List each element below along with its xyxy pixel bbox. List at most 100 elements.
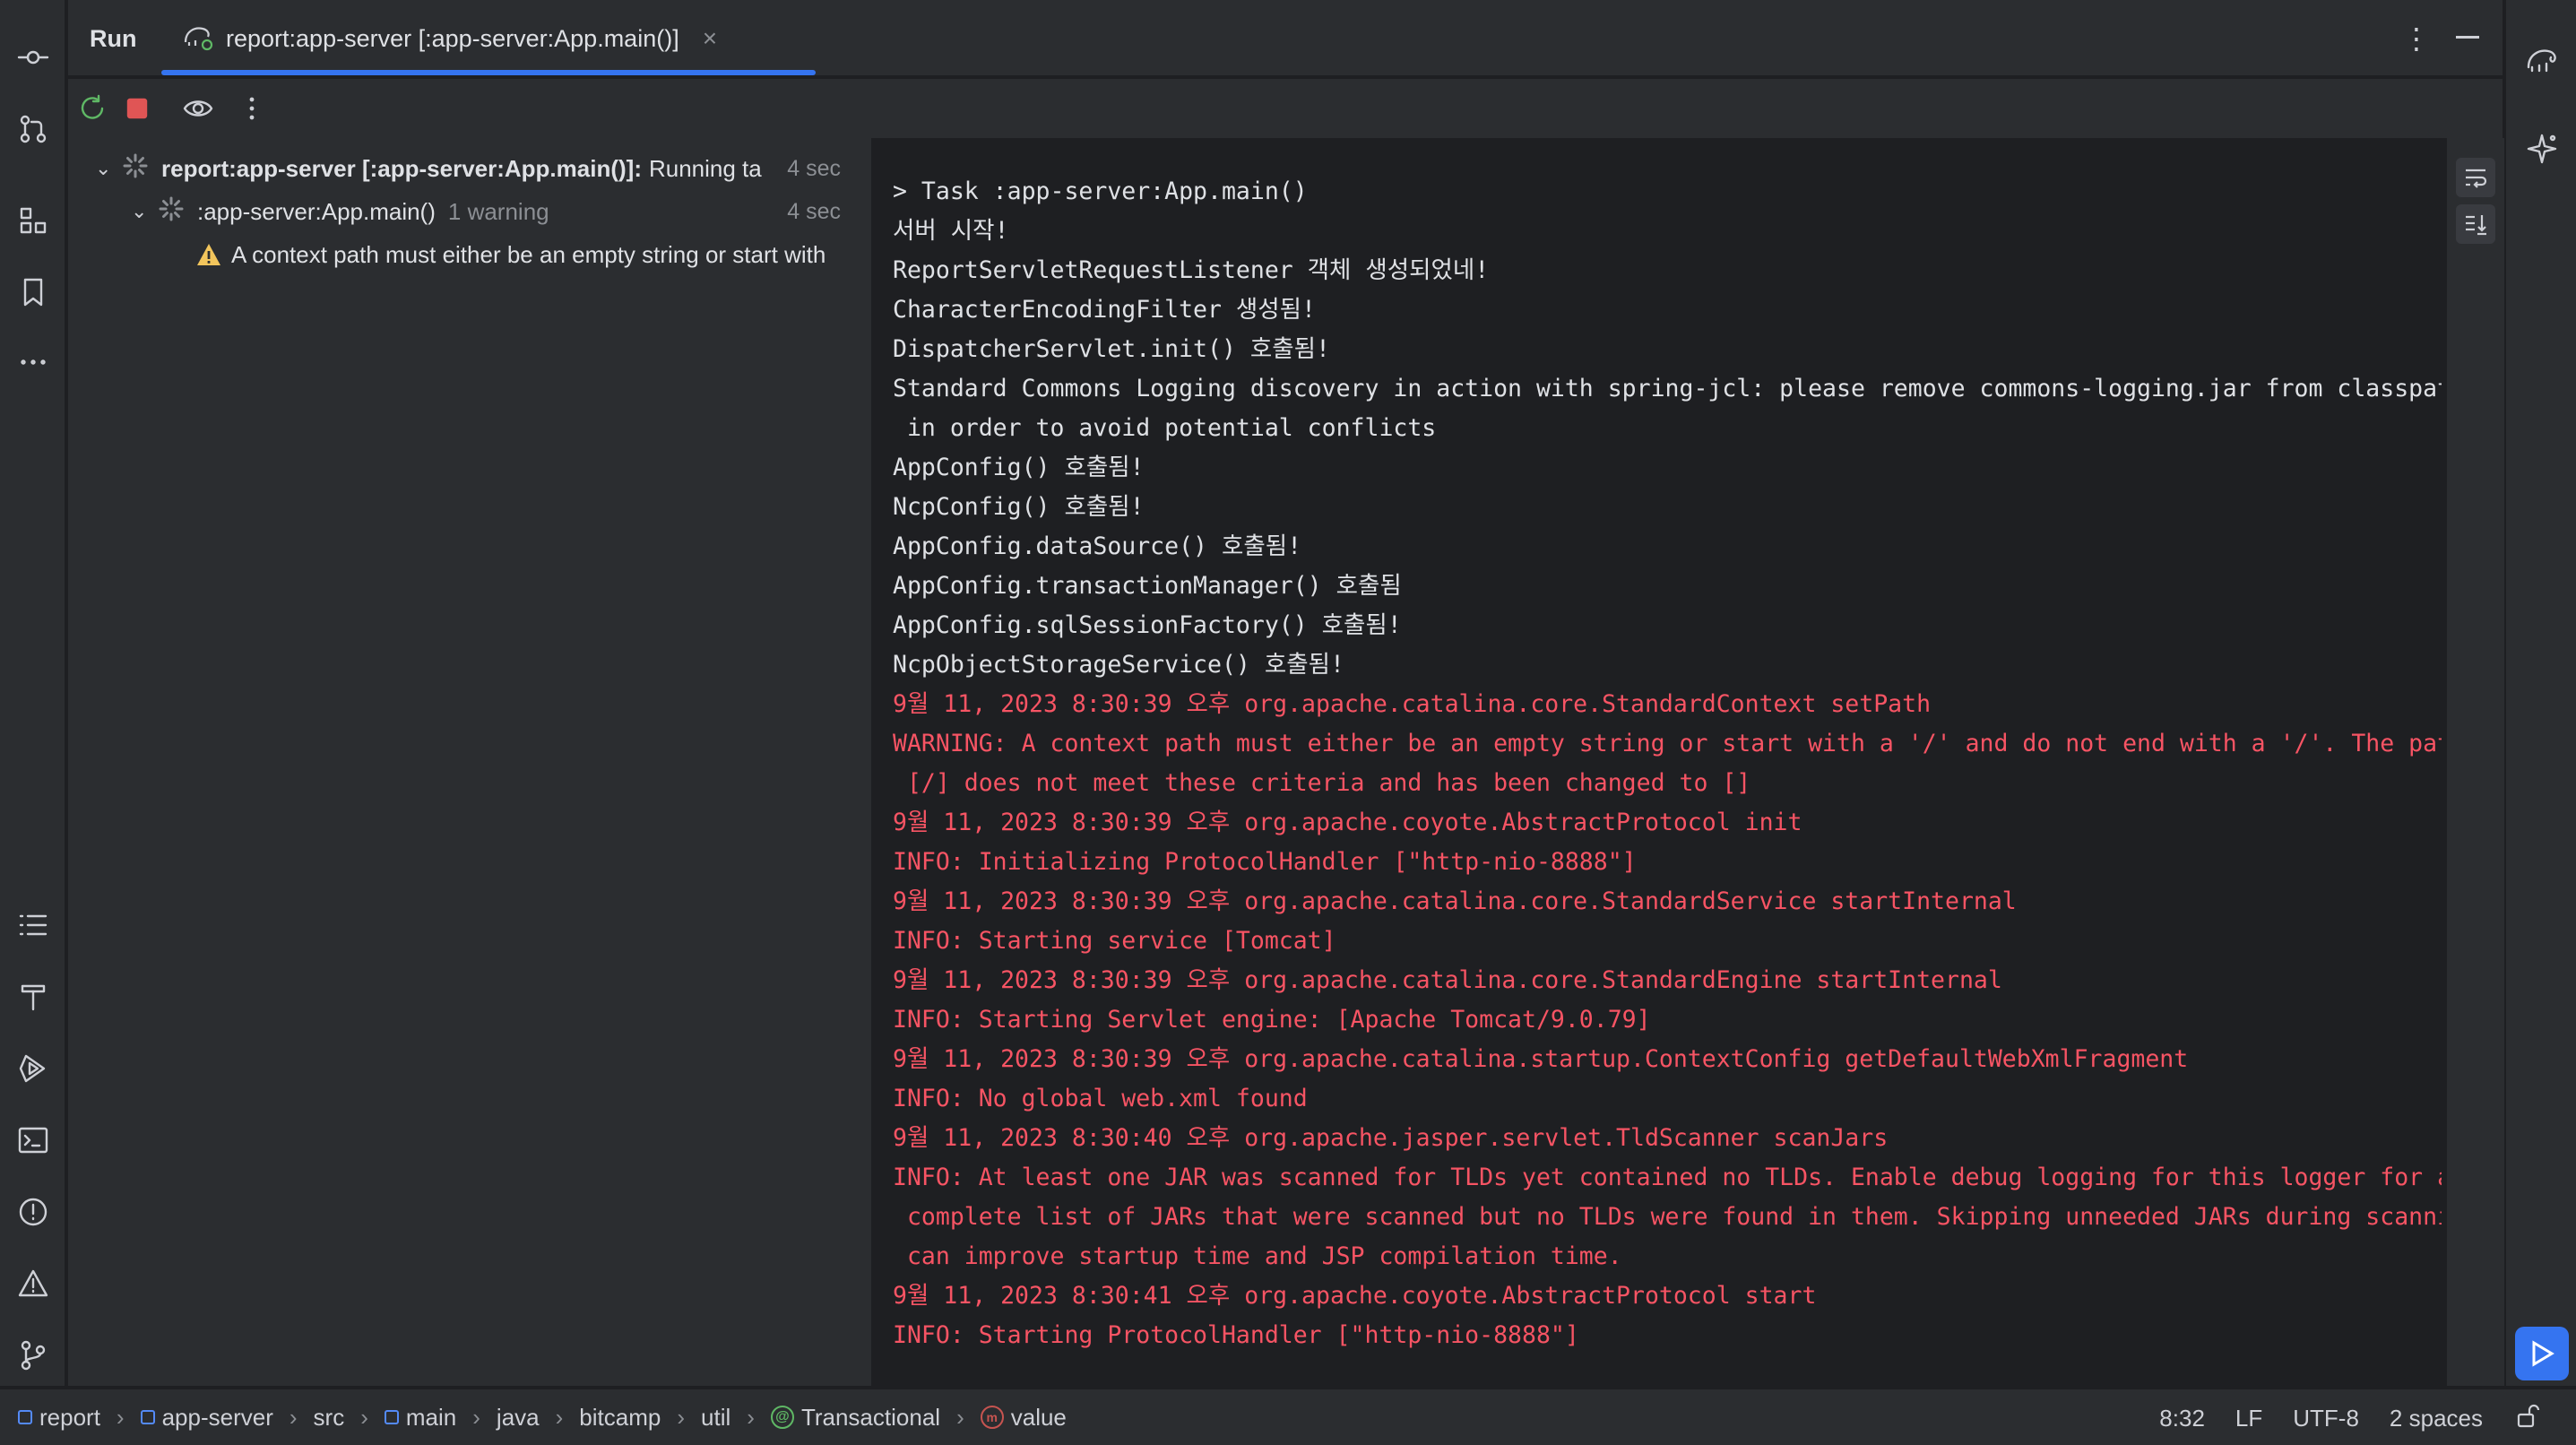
tree-child-label: :app-server:App.main() [197, 197, 436, 225]
breadcrumb-item[interactable]: java [497, 1404, 540, 1432]
method-icon: m [980, 1406, 1004, 1429]
file-encoding[interactable]: UTF-8 [2293, 1405, 2359, 1432]
tree-root-time: 4 sec [787, 155, 841, 181]
warnings-icon[interactable] [12, 1262, 55, 1305]
console-line: complete list of JARs that were scanned … [893, 1203, 2442, 1231]
console-line: AppConfig.sqlSessionFactory() 호출됨! [893, 611, 1402, 639]
loading-spinner-icon [158, 195, 190, 228]
console-line: INFO: Starting Servlet engine: [Apache T… [893, 1006, 1651, 1034]
console-line: Standard Commons Logging discovery in ac… [893, 375, 2442, 402]
console-side-toolbar [2447, 138, 2504, 1386]
console-line: ReportServletRequestListener 객체 생성되었네! [893, 256, 1490, 284]
breadcrumb-item[interactable]: @ Transactional [770, 1404, 940, 1432]
breadcrumb-separator: › [956, 1403, 964, 1431]
run-toolbar [68, 79, 2503, 138]
breadcrumb-item[interactable]: app-server [140, 1404, 273, 1432]
tree-child-time: 4 sec [787, 198, 841, 224]
breadcrumb-separator: › [289, 1403, 298, 1431]
console-line: NcpConfig() 호출됨! [893, 493, 1145, 521]
breadcrumb-item[interactable]: main [384, 1403, 457, 1432]
breadcrumb-item[interactable]: util [701, 1404, 730, 1432]
minimize-icon[interactable] [2456, 36, 2479, 39]
unlock-icon[interactable] [2513, 1402, 2540, 1435]
close-tab-icon[interactable]: × [703, 24, 717, 53]
breadcrumb-label: bitcamp [579, 1403, 661, 1431]
console-output[interactable]: > Task :app-server:App.main() 서버 시작! Repor… [875, 138, 2442, 1386]
console-line: INFO: No global web.xml found [893, 1085, 1308, 1112]
scroll-to-end-icon[interactable] [2456, 204, 2495, 244]
git-branch-icon[interactable] [12, 1334, 55, 1377]
tree-child-status: 1 warning [447, 197, 549, 225]
console-line: DispatcherServlet.init() 호출됨! [893, 335, 1330, 363]
console-lines: > Task :app-server:App.main() 서버 시작! Repor… [893, 172, 2442, 1355]
gradle-elephant-icon[interactable] [2520, 38, 2563, 81]
console-line: INFO: At least one JAR was scanned for T… [893, 1164, 2442, 1191]
breadcrumb-separator: › [677, 1403, 686, 1431]
todo-list-icon[interactable] [12, 904, 55, 947]
left-tool-strip [0, 0, 66, 1386]
console-line: INFO: Starting service [Tomcat] [893, 927, 1336, 955]
rerun-icon[interactable] [73, 90, 111, 127]
chevron-down-icon[interactable]: ⌄ [131, 200, 158, 223]
bookmarks-icon[interactable] [12, 271, 55, 314]
options-menu-icon[interactable]: ⋮ [2402, 22, 2431, 56]
breadcrumb-item[interactable]: report [18, 1404, 100, 1432]
annotation-icon: @ [770, 1406, 794, 1429]
tree-row-child[interactable]: ⌄ :app-server:App.main() 1 warning 4 sec [131, 190, 871, 233]
breadcrumb-item[interactable]: src [314, 1404, 345, 1432]
view-options-eye-icon[interactable] [179, 90, 217, 127]
pull-requests-icon[interactable] [12, 108, 55, 151]
ai-assistant-sparkle-icon[interactable] [2520, 127, 2563, 170]
more-actions-icon[interactable] [233, 90, 271, 127]
gradle-run-icon [183, 21, 213, 57]
console-line: 9월 11, 2023 8:30:39 오후 org.apache.catali… [893, 887, 2017, 915]
breadcrumb-separator: › [555, 1403, 564, 1431]
more-tools-icon[interactable] [12, 341, 55, 384]
console-line: 9월 11, 2023 8:30:39 오후 org.apache.catali… [893, 690, 1932, 718]
line-ending[interactable]: LF [2235, 1405, 2262, 1432]
run-widget-button[interactable] [2515, 1327, 2569, 1380]
stop-icon[interactable] [118, 90, 156, 127]
console-line: can improve startup time and JSP compila… [893, 1242, 1622, 1270]
console-line: [/] does not meet these criteria and has… [893, 769, 1751, 797]
commit-icon[interactable] [12, 36, 55, 79]
console-line: 서버 시작! [893, 217, 1009, 245]
breadcrumb-item[interactable]: bitcamp [579, 1404, 661, 1432]
problems-icon[interactable] [12, 1190, 55, 1233]
module-icon [18, 1410, 32, 1424]
console-line: in order to avoid potential conflicts [893, 414, 1437, 442]
run-tab-label: report:app-server [:app-server:App.main(… [226, 24, 679, 52]
indent-setting[interactable]: 2 spaces [2390, 1405, 2483, 1432]
breadcrumb-item[interactable]: m value [980, 1403, 1067, 1432]
terminal-icon[interactable] [12, 1119, 55, 1162]
tree-root-status: Running ta [648, 154, 762, 182]
console-line: INFO: Starting ProtocolHandler ["http-ni… [893, 1321, 1579, 1349]
console-line: > Task :app-server:App.main() [893, 177, 1308, 205]
console-line: CharacterEncodingFilter 생성됨! [893, 296, 1316, 324]
console-line: 9월 11, 2023 8:30:39 오후 org.apache.coyote… [893, 809, 1802, 836]
breadcrumb-label: main [405, 1403, 457, 1431]
console-line: AppConfig() 호출됨! [893, 454, 1145, 481]
caret-position[interactable]: 8:32 [2159, 1405, 2205, 1432]
tree-row-root[interactable]: ⌄ report:app-server [:app-server:App.mai… [95, 147, 871, 190]
breadcrumb-label: src [313, 1403, 345, 1431]
breadcrumb-separator: › [747, 1403, 755, 1431]
breadcrumb-separator: › [472, 1403, 480, 1431]
build-hammer-icon[interactable] [12, 975, 55, 1018]
breadcrumb-separator: › [116, 1403, 125, 1431]
console-line: 9월 11, 2023 8:30:39 오후 org.apache.catali… [893, 1045, 2189, 1073]
module-icon [140, 1410, 155, 1424]
right-tool-strip [2504, 0, 2576, 1386]
structure-icon[interactable] [12, 199, 55, 242]
chevron-down-icon[interactable]: ⌄ [95, 157, 122, 180]
run-tab[interactable]: report:app-server [:app-server:App.main(… [161, 0, 816, 77]
breadcrumb-separator: › [360, 1403, 368, 1431]
console-line: AppConfig.dataSource() 호출됨! [893, 532, 1302, 560]
breadcrumb: report › app-server › src › main › java › bitcamp ›… [18, 1404, 1067, 1432]
console-line: AppConfig.transactionManager() 호출됨 [893, 572, 1402, 600]
breadcrumb-label: value [1010, 1403, 1067, 1431]
tree-row-warning[interactable]: A context path must either be an empty s… [195, 233, 871, 276]
run-tool-window-header: Run report:app-server [:app-server:App.m… [68, 0, 2503, 77]
soft-wrap-icon[interactable] [2456, 158, 2495, 197]
services-run-icon[interactable] [12, 1047, 55, 1090]
